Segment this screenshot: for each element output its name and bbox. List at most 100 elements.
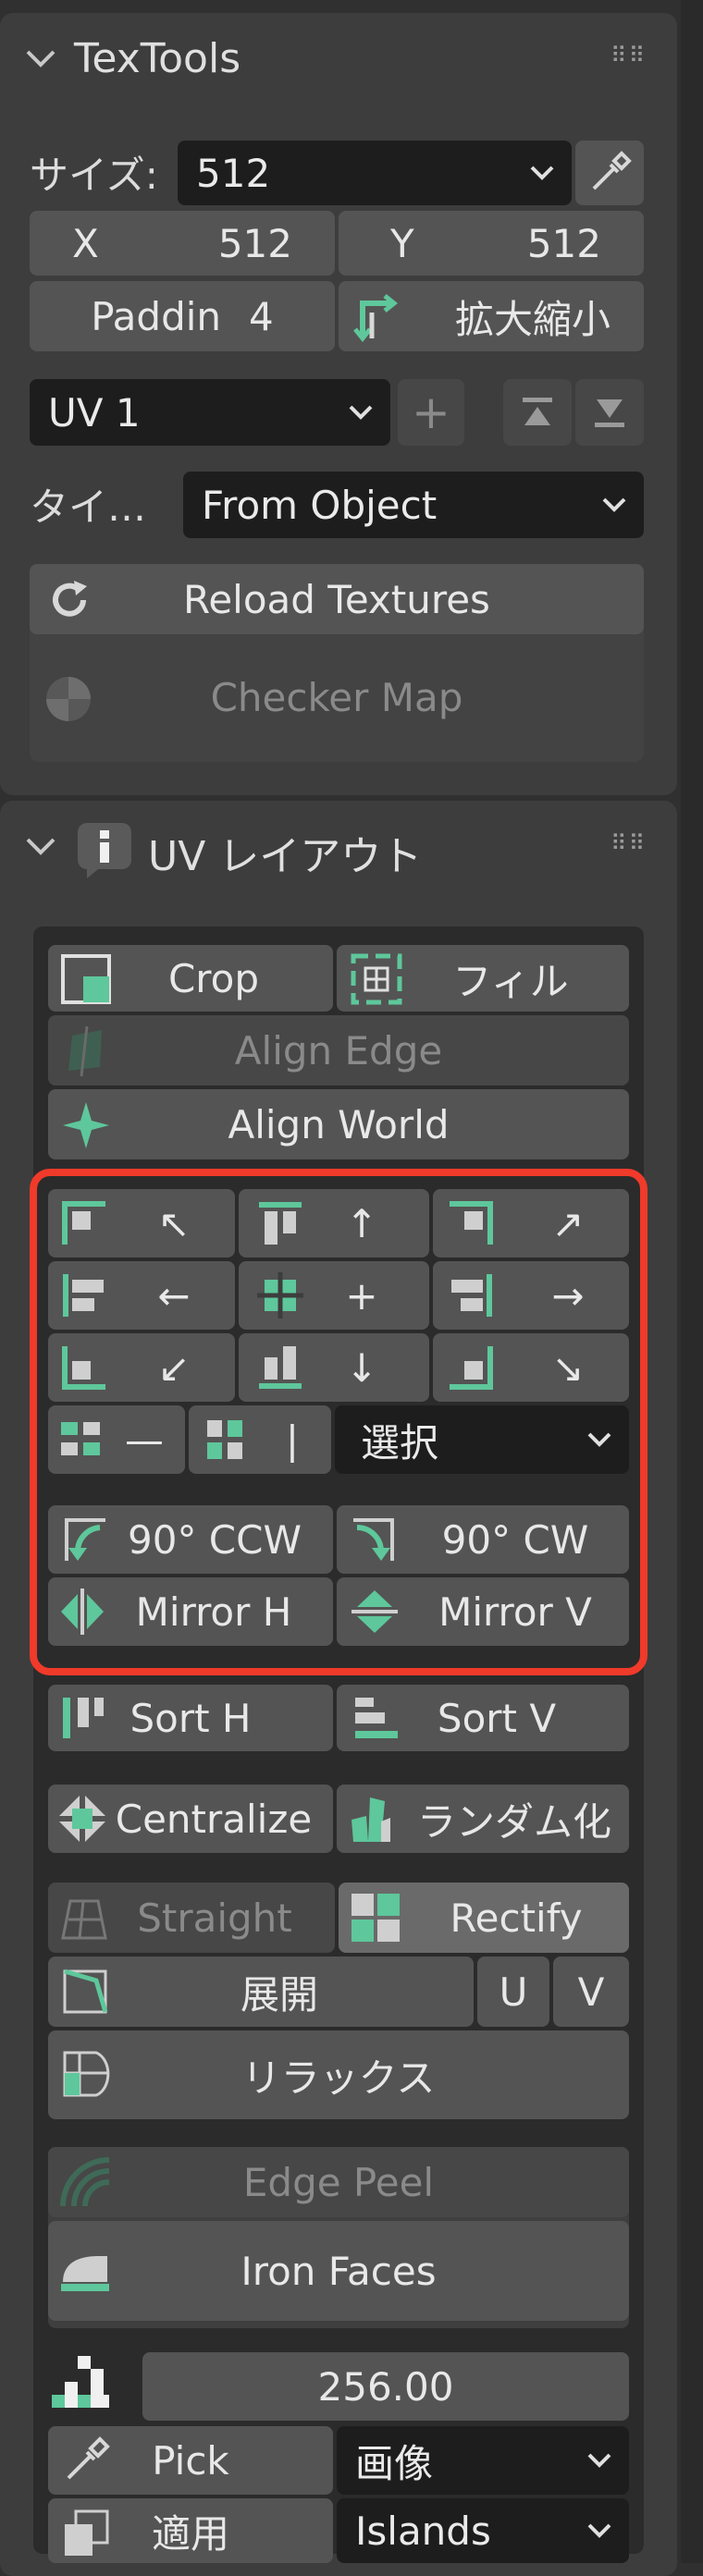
- iron-icon: [61, 2256, 109, 2291]
- fill-button[interactable]: フィル: [337, 945, 629, 1012]
- uvlayout-drag-handle-icon[interactable]: ⠿⠿: [610, 830, 647, 856]
- align-center-glyph: +: [345, 1272, 378, 1319]
- align-top-glyph: ↑: [345, 1200, 378, 1246]
- rotate-ccw-icon: [65, 1518, 105, 1561]
- resize-arrow-icon: [353, 294, 399, 342]
- edge-peel-label: Edge Peel: [242, 2159, 435, 2205]
- unwrap-button[interactable]: 展開: [48, 1957, 474, 2027]
- align-center-button[interactable]: +: [239, 1261, 429, 1330]
- straight-button[interactable]: Straight: [48, 1883, 335, 1953]
- relax-button[interactable]: リラックス: [48, 2030, 629, 2119]
- x-label: X: [72, 220, 99, 266]
- sort-v-button[interactable]: Sort V: [337, 1685, 629, 1751]
- unwrap-u-button[interactable]: U: [477, 1957, 549, 2027]
- distribute-vertical-icon: [207, 1420, 242, 1459]
- align-top-button[interactable]: ↑: [239, 1189, 429, 1257]
- fill-label: フィル: [452, 958, 569, 1004]
- align-bottom-icon: [259, 1346, 302, 1389]
- centralize-button[interactable]: Centralize: [48, 1785, 333, 1853]
- apply-mode-select[interactable]: Islands: [337, 2498, 629, 2563]
- align-top-right-glyph: ↗: [551, 1200, 585, 1246]
- chevron-down-icon: [587, 2453, 611, 2468]
- move-uv-bottom-button[interactable]: [575, 379, 644, 446]
- sort-h-label: Sort H: [130, 1695, 252, 1741]
- align-right-glyph: →: [551, 1272, 585, 1319]
- align-edge-label: Align Edge: [234, 1027, 443, 1073]
- mirror-h-button[interactable]: Mirror H: [48, 1577, 333, 1646]
- mirror-v-label: Mirror V: [438, 1589, 592, 1635]
- x-field[interactable]: X 512: [30, 211, 335, 276]
- relax-label: リラックス: [241, 2055, 436, 2101]
- edge-peel-button[interactable]: Edge Peel: [48, 2147, 629, 2217]
- unwrap-v-label: V: [577, 1969, 605, 2015]
- randomize-button[interactable]: ランダム化: [337, 1785, 629, 1853]
- rotate-ccw-label: 90° CCW: [128, 1516, 302, 1563]
- apply-button[interactable]: 適用: [48, 2498, 333, 2563]
- type-label: タイ…: [30, 484, 147, 530]
- scale-label: 拡大縮小: [454, 296, 610, 342]
- rotate-cw-button[interactable]: 90° CW: [337, 1505, 629, 1574]
- align-center-icon: [257, 1272, 303, 1319]
- uv-channel-select[interactable]: UV 1: [30, 379, 390, 446]
- rectify-icon: [352, 1894, 400, 1942]
- iron-faces-button[interactable]: Iron Faces: [48, 2221, 629, 2321]
- type-value: From Object: [202, 482, 438, 528]
- move-uv-top-button[interactable]: [503, 379, 572, 446]
- align-mode-select[interactable]: 選択: [335, 1405, 629, 1474]
- align-top-right-button[interactable]: ↗: [433, 1189, 629, 1257]
- align-world-button[interactable]: Align World: [48, 1089, 629, 1159]
- eyedropper-icon: [592, 151, 632, 190]
- rectify-label: Rectify: [450, 1895, 583, 1941]
- eyedropper-button[interactable]: [575, 141, 644, 205]
- size-value: 512: [196, 150, 271, 196]
- panel-scrollbar[interactable]: [681, 0, 703, 2563]
- align-world-icon: [63, 1102, 109, 1148]
- unwrap-v-button[interactable]: V: [553, 1957, 629, 2027]
- align-bottom-left-button[interactable]: ↙: [48, 1333, 235, 1402]
- mirror-v-button[interactable]: Mirror V: [337, 1577, 629, 1646]
- size-select[interactable]: 512: [178, 141, 572, 205]
- checker-sphere-icon: [46, 677, 91, 721]
- align-top-left-icon: [62, 1201, 105, 1245]
- plus-label: +: [412, 386, 450, 439]
- textools-collapse-chevron-icon[interactable]: [24, 44, 57, 72]
- info-icon[interactable]: [74, 819, 135, 880]
- pick-button[interactable]: Pick: [48, 2426, 333, 2495]
- distribute-horizontal-button[interactable]: —: [48, 1405, 185, 1474]
- apply-label: 適用: [151, 2510, 229, 2557]
- add-uv-channel-button[interactable]: +: [398, 379, 464, 446]
- align-left-glyph: ←: [157, 1272, 191, 1319]
- rotate-ccw-button[interactable]: 90° CCW: [48, 1505, 333, 1574]
- rectify-button[interactable]: Rectify: [339, 1883, 629, 1953]
- reload-textures-button[interactable]: Reload Textures: [30, 564, 644, 634]
- checker-map-button[interactable]: Checker Map: [30, 640, 644, 754]
- align-top-left-button[interactable]: ↖: [48, 1189, 235, 1257]
- mirror-h-label: Mirror H: [135, 1589, 292, 1635]
- align-right-button[interactable]: →: [433, 1261, 629, 1330]
- chevron-down-icon: [587, 2523, 611, 2538]
- align-left-button[interactable]: ←: [48, 1261, 235, 1330]
- iron-faces-label: Iron Faces: [240, 2248, 437, 2294]
- uv-channel-value: UV 1: [48, 389, 141, 435]
- uvlayout-collapse-chevron-icon[interactable]: [24, 832, 57, 860]
- scale-button[interactable]: 拡大縮小: [339, 281, 644, 351]
- chevron-down-icon: [602, 497, 626, 512]
- align-edge-button[interactable]: Align Edge: [48, 1015, 629, 1086]
- y-field[interactable]: Y 512: [339, 211, 644, 276]
- unwrap-icon: [63, 1969, 108, 2014]
- distribute-vertical-button[interactable]: |: [189, 1405, 331, 1474]
- texel-density-field[interactable]: 256.00: [142, 2352, 629, 2421]
- align-bottom-right-button[interactable]: ↘: [433, 1333, 629, 1402]
- pick-mode-select[interactable]: 画像: [337, 2426, 629, 2495]
- textools-drag-handle-icon[interactable]: ⠿⠿: [610, 43, 647, 68]
- sort-h-button[interactable]: Sort H: [48, 1685, 333, 1751]
- type-select[interactable]: From Object: [183, 472, 644, 538]
- crop-button[interactable]: Crop: [48, 945, 333, 1012]
- randomize-icon: [352, 1797, 390, 1842]
- align-bottom-button[interactable]: ↓: [239, 1333, 429, 1402]
- padding-field[interactable]: Paddin 4: [30, 281, 335, 351]
- chevron-down-icon: [349, 405, 373, 420]
- centralize-label: Centralize: [115, 1796, 313, 1842]
- chevron-down-icon: [530, 166, 554, 180]
- align-bottom-left-glyph: ↙: [157, 1344, 191, 1391]
